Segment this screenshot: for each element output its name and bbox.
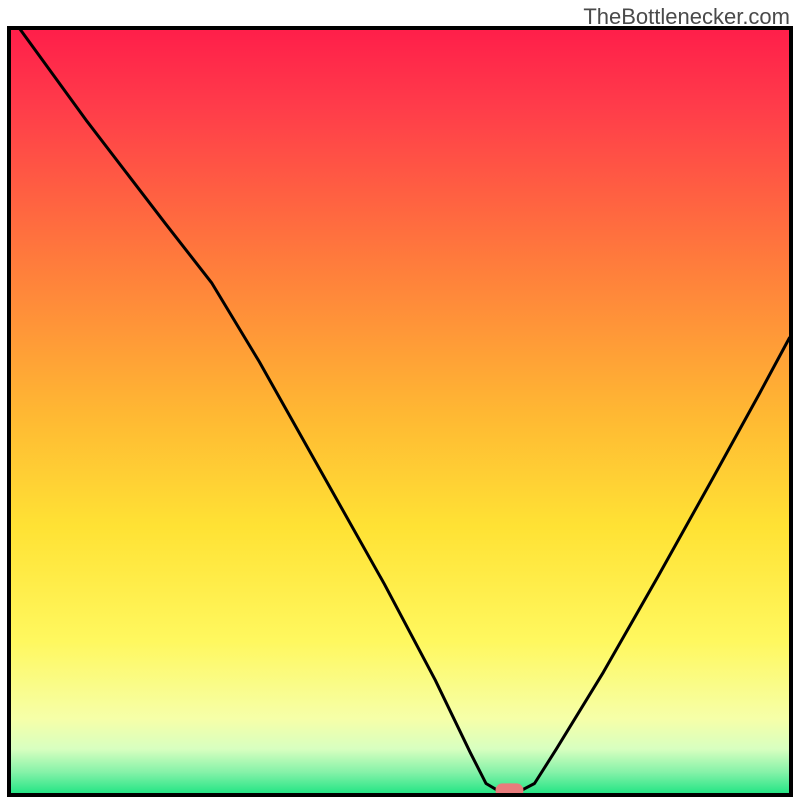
watermark-text: TheBottlenecker.com (583, 4, 790, 30)
gradient-background (9, 28, 791, 795)
chart-svg (0, 0, 800, 800)
chart-container: TheBottlenecker.com (0, 0, 800, 800)
